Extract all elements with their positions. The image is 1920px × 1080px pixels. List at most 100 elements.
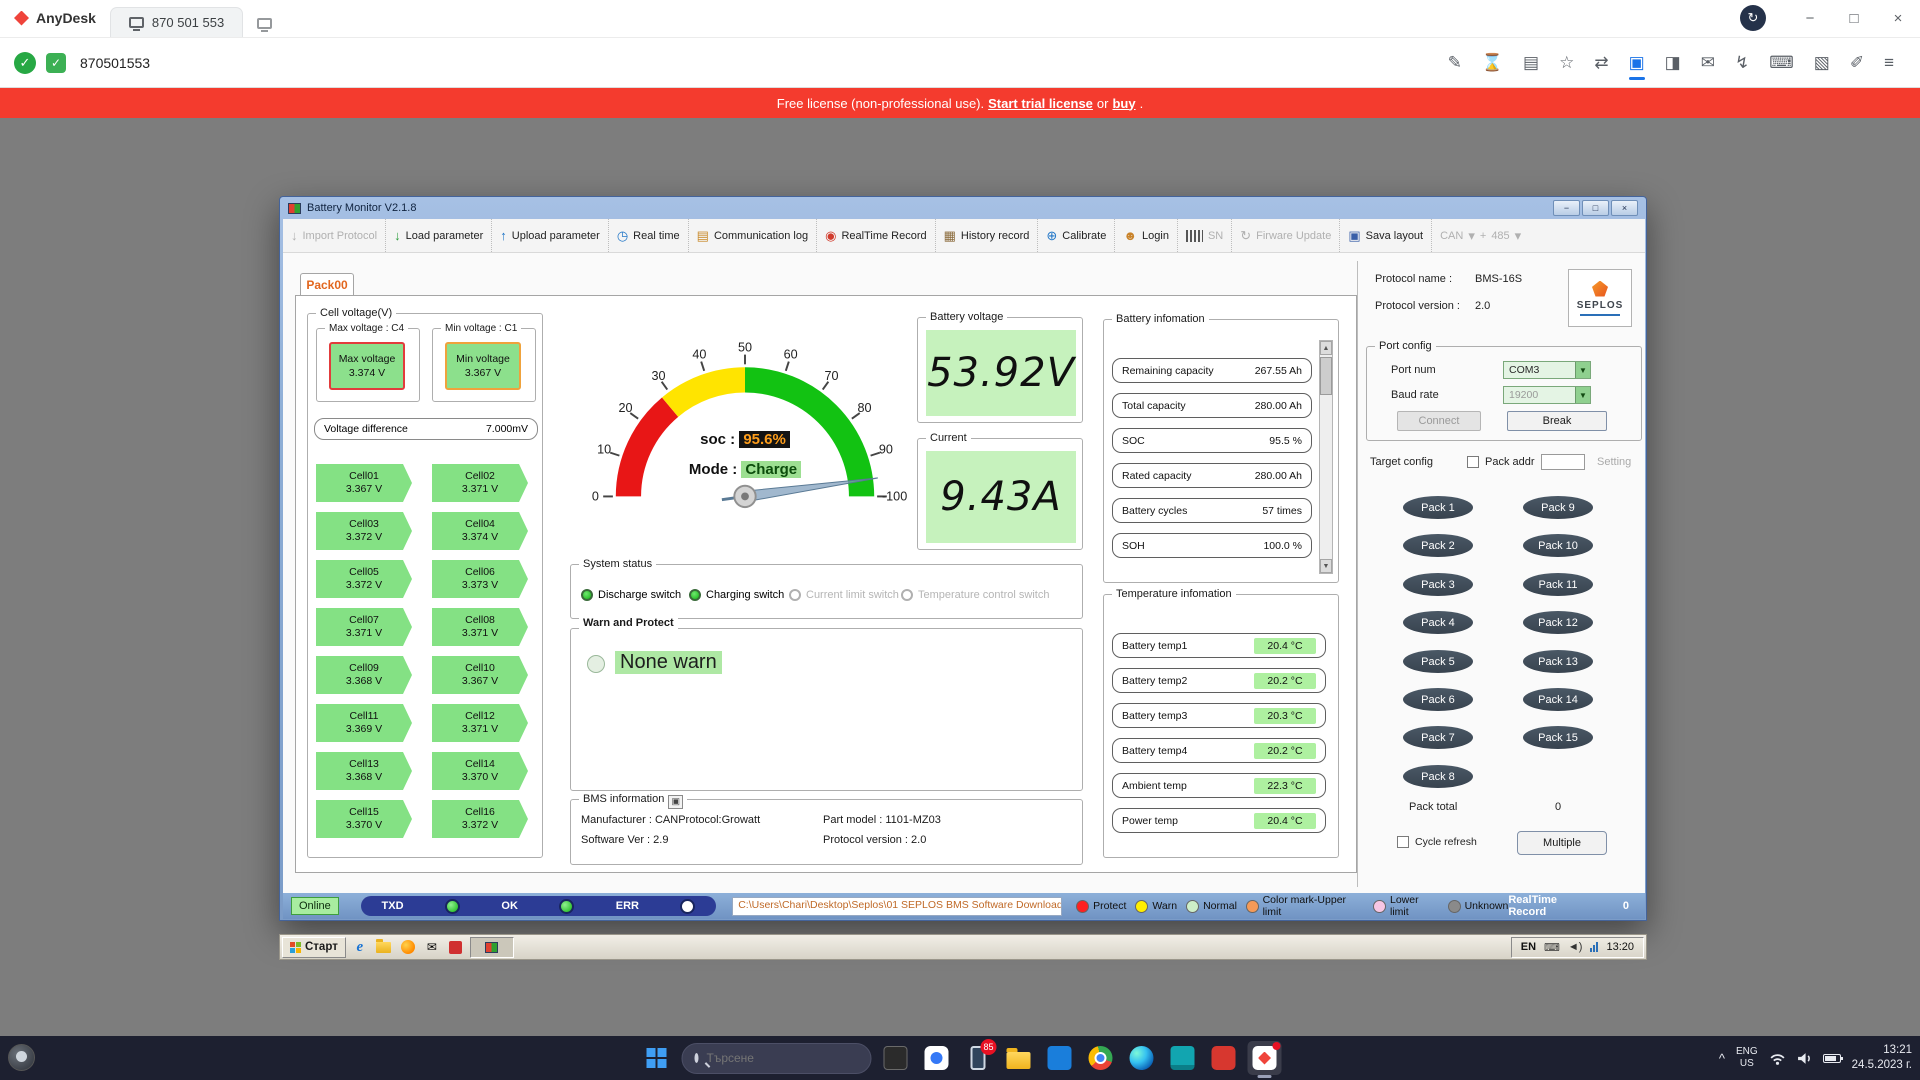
pack-button[interactable]: Pack 4 xyxy=(1403,611,1473,634)
chat-app-icon[interactable] xyxy=(920,1041,954,1075)
permissions-icon[interactable]: ▧ xyxy=(1814,53,1830,73)
file-transfer-icon[interactable]: ⇄ xyxy=(1594,53,1608,73)
menu-icon[interactable]: ≡ xyxy=(1884,53,1894,73)
folder-icon[interactable] xyxy=(374,937,394,957)
pack-button[interactable]: Pack 3 xyxy=(1403,573,1473,596)
new-session-icon[interactable] xyxy=(257,18,272,29)
cycle-refresh-checkbox[interactable] xyxy=(1397,836,1409,848)
upload-parameter-icon: ↑ xyxy=(500,229,507,242)
anydesk-taskbar-icon[interactable] xyxy=(1248,1041,1282,1075)
bms-expand-icon[interactable]: ▣ xyxy=(668,795,683,809)
volume-icon[interactable] xyxy=(1797,1052,1812,1065)
bm-minimize-button[interactable]: − xyxy=(1553,200,1580,216)
edge-icon[interactable] xyxy=(1125,1041,1159,1075)
session-tab[interactable]: 870 501 553 xyxy=(110,7,243,37)
network-icon[interactable] xyxy=(1590,942,1598,952)
monitor-select-icon[interactable]: ▣ xyxy=(1629,53,1645,73)
pack-button[interactable]: Pack 15 xyxy=(1523,726,1593,749)
dark-window-app-icon[interactable] xyxy=(879,1041,913,1075)
pack-button[interactable]: Pack 5 xyxy=(1403,650,1473,673)
keyboard-icon[interactable]: ⌨ xyxy=(1544,941,1560,954)
battery-monitor-taskbar-button[interactable] xyxy=(470,937,514,958)
wifi-icon[interactable] xyxy=(1769,1052,1786,1065)
battery-icon[interactable] xyxy=(1823,1054,1841,1063)
scroll-down-icon[interactable]: ▼ xyxy=(1320,559,1332,573)
scrollbar-thumb[interactable] xyxy=(1320,357,1332,395)
phone-link-icon[interactable]: 85 xyxy=(961,1041,995,1075)
file-explorer-icon[interactable] xyxy=(1002,1041,1036,1075)
ie-icon[interactable]: e xyxy=(350,937,370,957)
break-button[interactable]: Break xyxy=(1507,411,1607,431)
bm-maximize-button[interactable]: □ xyxy=(1582,200,1609,216)
realtime-record-button[interactable]: ◉RealTime Record xyxy=(817,219,936,252)
search-box[interactable] xyxy=(682,1043,872,1074)
widgets-icon[interactable] xyxy=(8,1044,35,1071)
upload-parameter-button[interactable]: ↑Upload parameter xyxy=(492,219,609,252)
display-settings-icon[interactable]: ◨ xyxy=(1665,53,1681,73)
history-record-button[interactable]: ▦History record xyxy=(936,219,1039,252)
clock[interactable]: 13:2124.5.2023 г. xyxy=(1852,1043,1912,1073)
discharge-switch[interactable]: Discharge switch xyxy=(581,589,681,601)
record-icon: ◉ xyxy=(825,229,836,242)
multiple-button[interactable]: Multiple xyxy=(1517,831,1607,855)
chat-icon[interactable]: ✎ xyxy=(1448,53,1462,73)
pack-addr-checkbox[interactable] xyxy=(1467,456,1479,468)
close-button[interactable]: × xyxy=(1876,0,1920,37)
pack-button[interactable]: Pack 7 xyxy=(1403,726,1473,749)
communication-log-button[interactable]: ▤Communication log xyxy=(689,219,817,252)
keyboard-icon[interactable]: ⌨ xyxy=(1769,53,1794,73)
store-app-icon[interactable] xyxy=(1043,1041,1077,1075)
pack-button[interactable]: Pack 8 xyxy=(1403,765,1473,788)
remote-desktop: Battery Monitor V2.1.8 − □ × ↓Import Pro… xyxy=(0,118,1920,1036)
minimize-button[interactable]: − xyxy=(1788,0,1832,37)
pack-button[interactable]: Pack 6 xyxy=(1403,688,1473,711)
message-icon[interactable]: ✉ xyxy=(1701,53,1715,73)
mail-icon[interactable]: ✉ xyxy=(422,937,442,957)
bm-titlebar[interactable]: Battery Monitor V2.1.8 − □ × xyxy=(280,197,1646,219)
remote-start-button[interactable]: Старт xyxy=(282,937,346,958)
start-button[interactable] xyxy=(647,1048,667,1068)
start-trial-link[interactable]: Start trial license xyxy=(988,96,1093,111)
whiteboard-icon[interactable]: ✐ xyxy=(1850,53,1864,73)
pack-button[interactable]: Pack 10 xyxy=(1523,534,1593,557)
pack-button[interactable]: Pack 9 xyxy=(1523,496,1593,519)
bm-close-button[interactable]: × xyxy=(1611,200,1638,216)
remote-clock[interactable]: 13:20 xyxy=(1606,941,1634,953)
chrome-icon[interactable] xyxy=(1084,1041,1118,1075)
favorites-icon[interactable]: ☆ xyxy=(1559,53,1574,73)
login-button[interactable]: ☻Login xyxy=(1115,219,1178,252)
save-layout-button[interactable]: ▣Sava layout xyxy=(1340,219,1432,252)
session-status-badge[interactable]: ↻ xyxy=(1740,5,1766,31)
scroll-up-icon[interactable]: ▲ xyxy=(1320,341,1332,355)
pack-addr-input[interactable] xyxy=(1541,454,1585,470)
pack-button[interactable]: Pack 11 xyxy=(1523,573,1593,596)
pack-button[interactable]: Pack 13 xyxy=(1523,650,1593,673)
real-time-button[interactable]: ◷Real time xyxy=(609,219,689,252)
volume-icon[interactable]: ◄) xyxy=(1568,941,1583,953)
pack-button[interactable]: Pack 1 xyxy=(1403,496,1473,519)
maximize-button[interactable]: □ xyxy=(1832,0,1876,37)
session-duration-icon[interactable]: ⌛ xyxy=(1482,53,1503,73)
pack-button[interactable]: Pack 2 xyxy=(1403,534,1473,557)
port-num-select[interactable]: COM3▼ xyxy=(1503,361,1591,379)
tab-pack00[interactable]: Pack00 xyxy=(300,273,354,296)
buy-link[interactable]: buy xyxy=(1112,96,1135,111)
baud-rate-select[interactable]: 19200▼ xyxy=(1503,386,1591,404)
language-indicator[interactable]: ENGUS xyxy=(1736,1046,1758,1070)
actions-lightning-icon[interactable]: ↯ xyxy=(1735,53,1749,73)
red-app-icon[interactable] xyxy=(1207,1041,1241,1075)
charging-switch[interactable]: Charging switch xyxy=(689,589,784,601)
tray-chevron-icon[interactable]: ^ xyxy=(1719,1051,1725,1066)
temperature-information-title: Temperature infomation xyxy=(1112,587,1236,602)
firefox-icon[interactable] xyxy=(398,937,418,957)
battery-info-scrollbar[interactable]: ▲ ▼ xyxy=(1319,340,1333,574)
file-manager-icon[interactable]: ▤ xyxy=(1523,53,1539,73)
load-parameter-button[interactable]: ↓Load parameter xyxy=(386,219,492,252)
search-input[interactable] xyxy=(707,1051,862,1065)
calibrate-button[interactable]: ⊕Calibrate xyxy=(1038,219,1115,252)
media-app-icon[interactable] xyxy=(1166,1041,1200,1075)
pack-button[interactable]: Pack 12 xyxy=(1523,611,1593,634)
pack-button[interactable]: Pack 14 xyxy=(1523,688,1593,711)
red-app-icon[interactable] xyxy=(446,937,466,957)
remote-lang-indicator[interactable]: EN xyxy=(1521,941,1536,953)
